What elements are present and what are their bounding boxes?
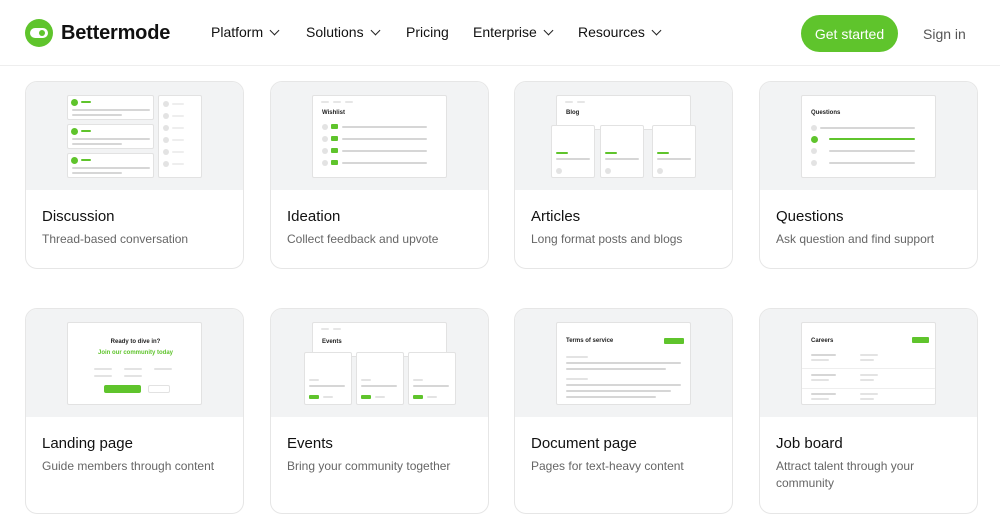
brand-logo[interactable]: Bettermode (25, 19, 170, 47)
card-description: Bring your community together (287, 459, 451, 473)
card-title: Discussion (42, 208, 115, 225)
chevron-down-icon (370, 25, 381, 35)
card-title: Events (287, 435, 333, 452)
nav-label: Enterprise (473, 24, 537, 40)
card-title: Articles (531, 208, 581, 225)
discussion-preview (26, 82, 243, 190)
preview-event-card (408, 352, 456, 405)
preview-post-card (551, 125, 595, 178)
preview-title: Questions (811, 110, 841, 116)
preview-title: Terms of service (566, 338, 614, 344)
events-preview: Events (271, 309, 488, 417)
template-card-job-board[interactable]: Careers Job board Attract talent through… (759, 308, 978, 514)
get-started-button[interactable]: Get started (801, 15, 898, 52)
preview-post (67, 95, 154, 120)
preview-title: Careers (811, 338, 834, 344)
preview-window: Terms of service (556, 322, 691, 405)
chevron-down-icon (543, 25, 554, 35)
landing-page-preview: Ready to dive in? Join our community tod… (26, 309, 243, 417)
nav-label: Resources (578, 24, 645, 40)
template-card-landing-page[interactable]: Ready to dive in? Join our community tod… (25, 308, 244, 514)
preview-post-card (600, 125, 644, 178)
card-title: Document page (531, 435, 637, 452)
preview-window: Careers (801, 322, 936, 405)
toggle-logo-icon (25, 19, 53, 47)
nav-label: Solutions (306, 24, 364, 40)
nav-label: Platform (211, 24, 264, 40)
chevron-down-icon (651, 25, 662, 35)
preview-title: Wishlist (322, 110, 345, 116)
card-description: Ask question and find support (776, 232, 935, 246)
preview-event-card (356, 352, 404, 405)
nav-item-solutions[interactable]: Solutions (306, 24, 381, 40)
template-card-events[interactable]: Events Events Bring your community toget… (270, 308, 489, 514)
sign-in-link[interactable]: Sign in (923, 26, 966, 42)
preview-post-card (652, 125, 696, 178)
preview-window: Wishlist (312, 95, 447, 178)
ideation-preview: Wishlist (271, 82, 488, 190)
job-board-preview: Careers (760, 309, 977, 417)
card-title: Job board (776, 435, 843, 452)
articles-preview: Blog (515, 82, 732, 190)
card-title: Landing page (42, 435, 133, 452)
chevron-down-icon (269, 25, 280, 35)
card-description: Thread-based conversation (42, 232, 189, 246)
nav-label: Pricing (406, 24, 449, 40)
preview-title: Blog (566, 110, 580, 116)
card-title: Ideation (287, 208, 341, 225)
preview-subtitle: Join our community today (97, 350, 173, 356)
questions-preview: Questions (760, 82, 977, 190)
nav-item-enterprise[interactable]: Enterprise (473, 24, 554, 40)
brand-name: Bettermode (61, 21, 171, 44)
card-description: Guide members through content (42, 459, 215, 473)
template-card-articles[interactable]: Blog Articles Long format posts and blog… (514, 81, 733, 269)
nav-item-pricing[interactable]: Pricing (406, 24, 449, 40)
preview-window: Ready to dive in? Join our community tod… (67, 322, 202, 405)
preview-title: Ready to dive in? (110, 339, 161, 345)
template-card-ideation[interactable]: Wishlist Ideation Collect feedback and u… (270, 81, 489, 269)
template-card-questions[interactable]: Questions Questions Ask question and fin… (759, 81, 978, 269)
document-page-preview: Terms of service (515, 309, 732, 417)
preview-title: Events (322, 339, 342, 345)
nav-item-resources[interactable]: Resources (578, 24, 662, 40)
top-navigation: Bettermode Platform Solutions Pricing En… (0, 0, 1000, 66)
card-description: Long format posts and blogs (531, 232, 683, 246)
nav-item-platform[interactable]: Platform (211, 24, 280, 40)
preview-sidebar (158, 95, 202, 178)
card-title: Questions (776, 208, 844, 225)
template-card-document-page[interactable]: Terms of service Document page Pages for… (514, 308, 733, 514)
preview-event-card (304, 352, 352, 405)
card-description: Collect feedback and upvote (287, 232, 439, 246)
preview-window: Questions (801, 95, 936, 178)
preview-post (67, 153, 154, 178)
card-description: Pages for text-heavy content (531, 459, 684, 473)
preview-post (67, 124, 154, 149)
card-description: Attract talent through your community (776, 459, 915, 490)
template-card-discussion[interactable]: Discussion Thread-based conversation (25, 81, 244, 269)
